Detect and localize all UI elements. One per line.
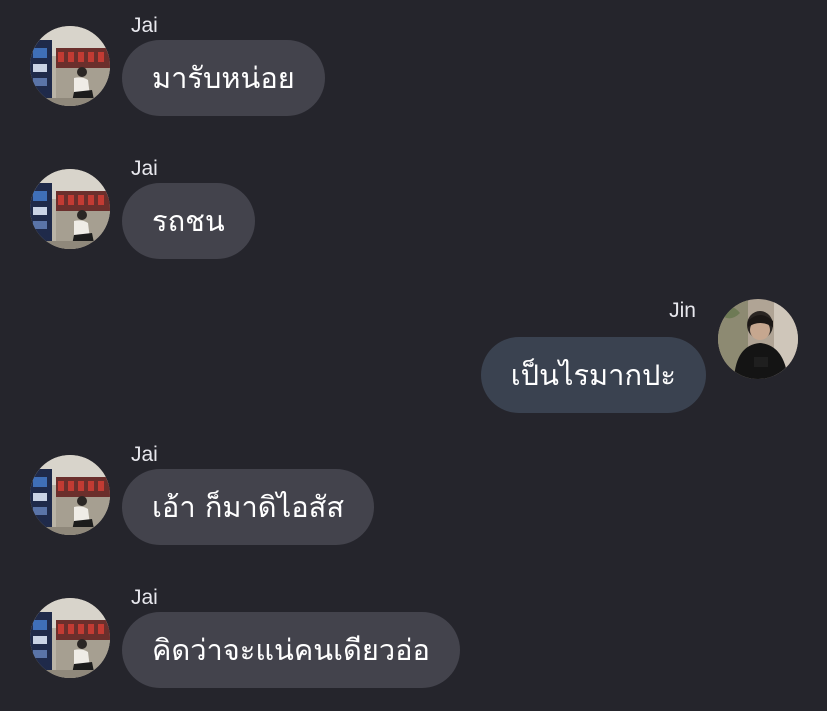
message-bubble[interactable]: รถชน: [122, 183, 255, 259]
jai-avatar[interactable]: [30, 455, 110, 535]
sender-name: Jai: [131, 14, 158, 37]
message-incoming: Jai มารับหน่อย: [0, 14, 827, 134]
sender-name: Jai: [131, 443, 158, 466]
message-bubble[interactable]: คิดว่าจะแน่คนเดียวอ่อ: [122, 612, 460, 688]
message-bubble[interactable]: มารับหน่อย: [122, 40, 325, 116]
jai-avatar[interactable]: [30, 26, 110, 106]
sender-name: Jai: [131, 157, 158, 180]
sender-name: Jin: [669, 299, 696, 322]
chat-thread: Jai มารับหน่อย Jai รถชน Jin เป็นไรมากปะ …: [0, 0, 827, 711]
sender-name: Jai: [131, 586, 158, 609]
jai-avatar[interactable]: [30, 169, 110, 249]
message-incoming: Jai รถชน: [0, 157, 827, 277]
message-bubble[interactable]: เป็นไรมากปะ: [480, 337, 706, 413]
jai-avatar[interactable]: [30, 598, 110, 678]
jin-avatar[interactable]: [718, 299, 798, 379]
message-incoming: Jai คิดว่าจะแน่คนเดียวอ่อ: [0, 586, 827, 706]
message-bubble[interactable]: เอ้า ก็มาดิไอสัส: [122, 469, 375, 545]
message-outgoing: Jin เป็นไรมากปะ: [0, 299, 827, 419]
message-incoming: Jai เอ้า ก็มาดิไอสัส: [0, 443, 827, 563]
